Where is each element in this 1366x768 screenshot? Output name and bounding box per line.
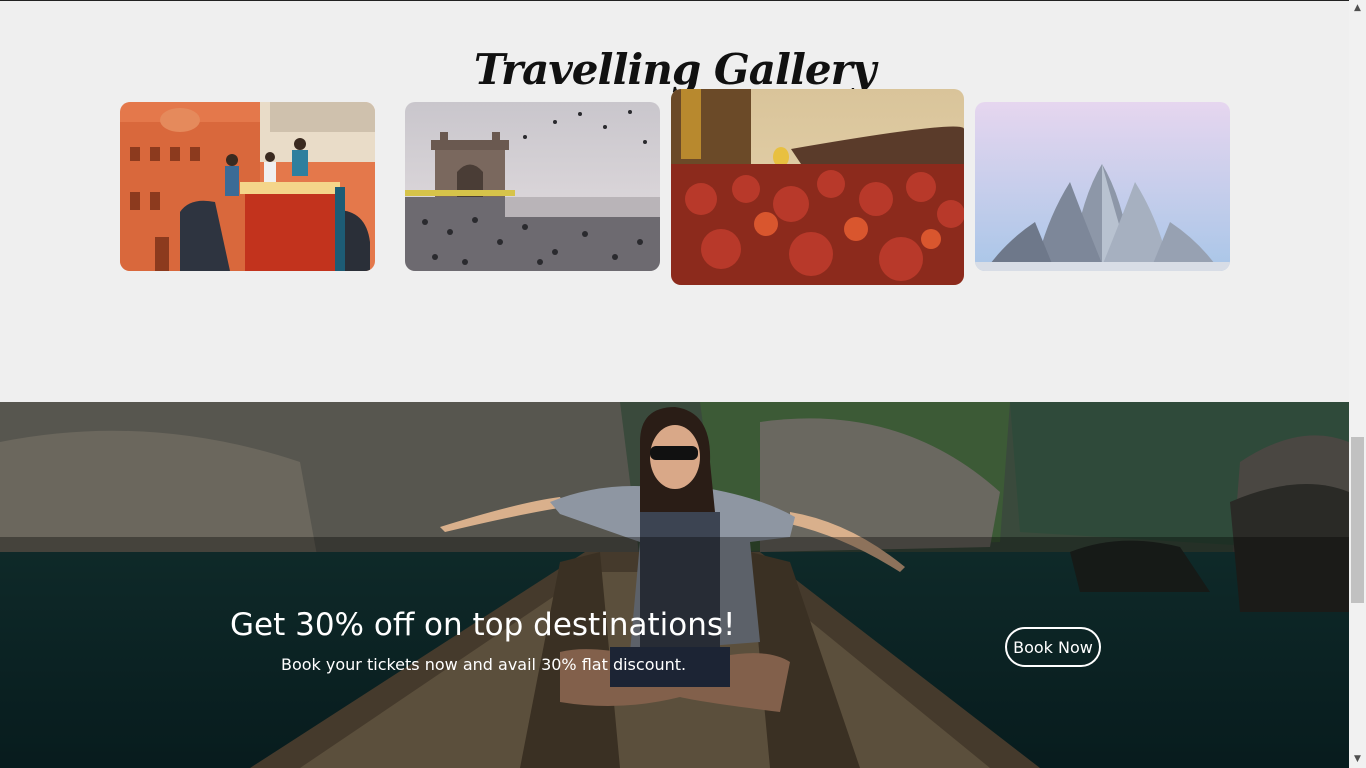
book-now-button[interactable]: Book Now <box>1005 627 1101 667</box>
gallery-title: Travelling Gallery <box>473 44 876 94</box>
scroll-down-icon[interactable]: ▼ <box>1349 751 1366 768</box>
promo-overlay-band <box>0 537 1349 768</box>
promo-banner: Get 30% off on top destinations! Book yo… <box>0 402 1349 768</box>
gallery-image-palace-elephant[interactable] <box>120 102 375 271</box>
gallery-image-lotus-temple[interactable] <box>975 102 1230 271</box>
promo-subtext: Book your tickets now and avail 30% flat… <box>281 655 687 674</box>
vertical-scrollbar[interactable]: ▲ ▼ <box>1349 0 1366 768</box>
top-border <box>0 0 1366 1</box>
promo-heading: Get 30% off on top destinations! <box>230 607 736 643</box>
gallery-image-holi-crowd[interactable] <box>671 89 964 285</box>
scroll-up-icon[interactable]: ▲ <box>1349 0 1366 17</box>
gallery-image-gateway-pigeons[interactable] <box>405 102 660 271</box>
scroll-thumb[interactable] <box>1351 437 1364 603</box>
